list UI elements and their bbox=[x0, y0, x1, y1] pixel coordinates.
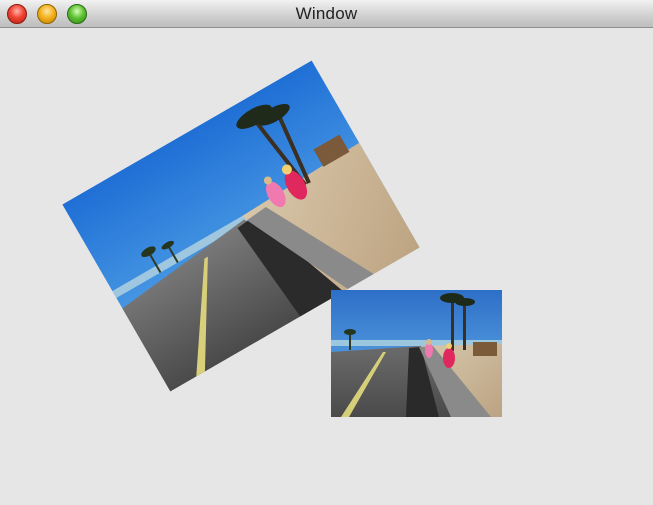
app-window: Window bbox=[0, 0, 653, 505]
title-bar[interactable]: Window bbox=[0, 0, 653, 28]
window-title: Window bbox=[295, 4, 358, 23]
small-photo bbox=[331, 290, 502, 417]
beach-boardwalk-photo-small bbox=[331, 290, 502, 417]
window-content bbox=[0, 28, 653, 505]
